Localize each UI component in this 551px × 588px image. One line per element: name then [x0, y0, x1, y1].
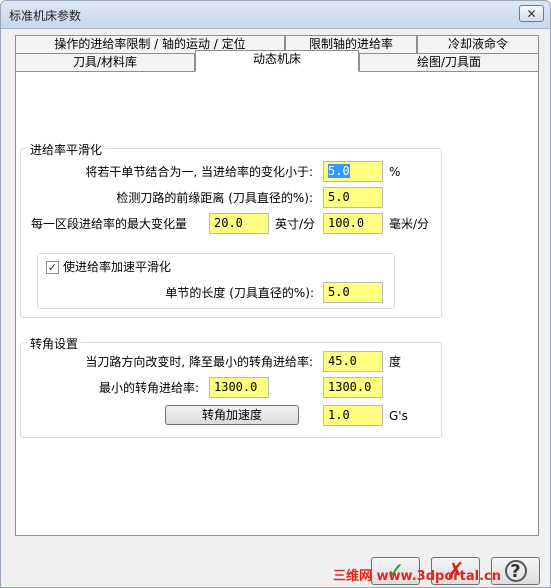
- title-bar: 标准机床参数 ✕: [1, 1, 550, 29]
- feed-smoothing-group: 进给率平滑化 将若干单节结合为一, 当进给率的变化小于: 5.0 % 检测刀路的…: [20, 141, 442, 318]
- corner-accel-unit: G's: [389, 409, 408, 423]
- lookahead-input[interactable]: 5.0: [323, 187, 383, 208]
- combine-label: 将若干单节结合为一, 当进给率的变化小于:: [85, 165, 313, 179]
- accel-smoothing-group: ✓ 使进给率加速平滑化 单节的长度 (刀具直径的%): 5.0: [37, 253, 395, 309]
- max-change-label: 每一区段进给率的最大变化量: [31, 217, 188, 231]
- help-icon: ?: [504, 560, 527, 582]
- max-change-inch-input[interactable]: 20.0: [209, 213, 269, 234]
- accel-checkbox-label[interactable]: 使进给率加速平滑化: [63, 258, 171, 276]
- tab-plot-toolface[interactable]: 绘图/刀具面: [359, 53, 539, 71]
- combine-input[interactable]: 5.0: [323, 161, 383, 182]
- min-feed-input-1[interactable]: 1300.0: [209, 377, 269, 398]
- tab-coolant[interactable]: 冷却液命令: [417, 35, 539, 53]
- combine-unit: %: [389, 165, 401, 179]
- max-change-mm-input[interactable]: 100.0: [323, 213, 383, 234]
- corner-accel-input[interactable]: 1.0: [323, 405, 383, 426]
- window-title: 标准机床参数: [9, 9, 82, 23]
- segment-input[interactable]: 5.0: [323, 282, 383, 303]
- mm-unit: 毫米/分: [389, 217, 430, 231]
- lookahead-label: 检测刀路的前缘距离 (刀具直径的%):: [116, 191, 313, 205]
- segment-label: 单节的长度 (刀具直径的%):: [165, 286, 314, 300]
- tab-tool-library[interactable]: 刀具/材料库: [15, 53, 195, 71]
- accel-checkbox[interactable]: ✓: [46, 261, 59, 274]
- tab-dynamic-machine[interactable]: 动态机床: [195, 50, 359, 72]
- dialog-window: 标准机床参数 ✕ 操作的进给率限制 / 轴的运动 / 定位 限制轴的进给率 冷却…: [0, 0, 551, 588]
- corner-title: 转角设置: [27, 335, 82, 352]
- corner-reduce-label: 当刀路方向改变时, 降至最小的转角进给率:: [85, 355, 313, 369]
- corner-reduce-unit: 度: [389, 355, 402, 369]
- corner-group: 转角设置 当刀路方向改变时, 降至最小的转角进给率: 45.0 度 最小的转角进…: [20, 335, 442, 438]
- inch-unit: 英寸/分: [275, 217, 316, 231]
- tab-panel: 进给率平滑化 将若干单节结合为一, 当进给率的变化小于: 5.0 % 检测刀路的…: [15, 71, 539, 536]
- min-feed-label: 最小的转角进给率:: [98, 381, 199, 395]
- close-button[interactable]: ✕: [519, 5, 544, 22]
- feed-smoothing-title: 进给率平滑化: [27, 141, 106, 158]
- corner-reduce-input[interactable]: 45.0: [323, 351, 383, 372]
- watermark: 三维网 www.3dportal.cn: [333, 569, 502, 584]
- corner-accel-button[interactable]: 转角加速度: [165, 405, 299, 425]
- checkmark-icon: ✓: [47, 261, 58, 274]
- close-icon: ✕: [526, 6, 537, 21]
- min-feed-input-2[interactable]: 1300.0: [323, 377, 383, 398]
